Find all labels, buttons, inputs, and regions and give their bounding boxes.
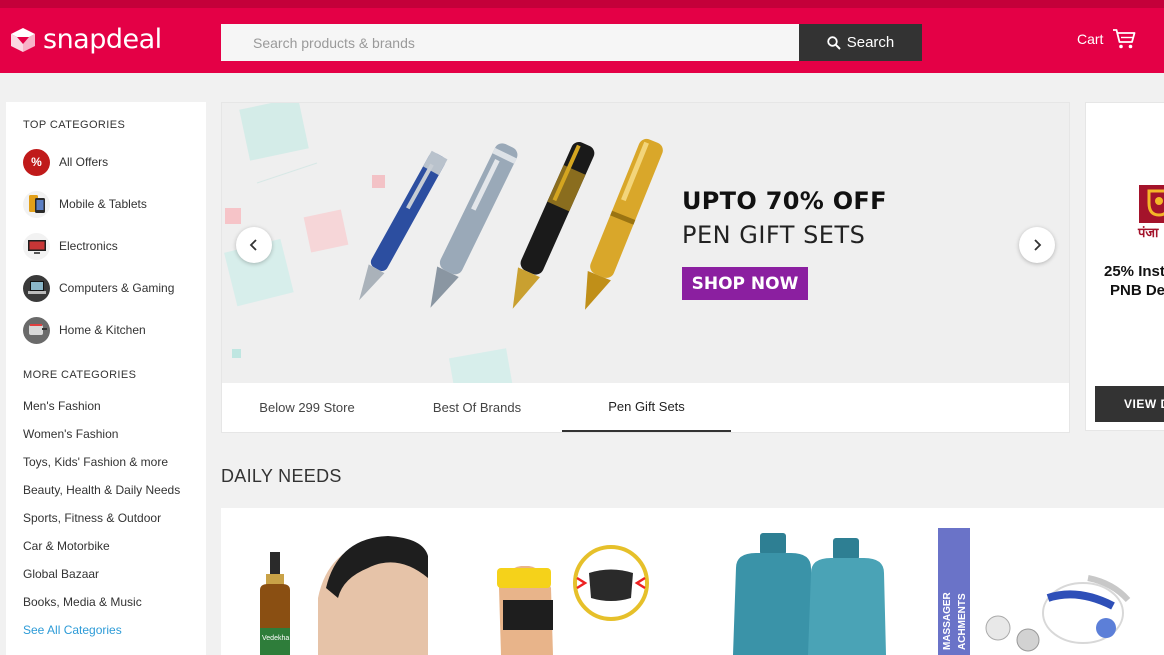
product-card-hair-serum[interactable]: Vedekha	[248, 528, 428, 655]
hero-banner: UPTO 70% OFF PEN GIFT SETS SHOP NOW Belo…	[221, 102, 1070, 433]
banner-subline: PEN GIFT SETS	[682, 221, 866, 249]
category-item-computers-gaming[interactable]: Computers & Gaming	[23, 274, 174, 302]
category-link-sports-fitness[interactable]: Sports, Fitness & Outdoor	[23, 511, 161, 525]
shop-now-button[interactable]: SHOP NOW	[682, 267, 808, 300]
see-all-categories-link[interactable]: See All Categories	[23, 623, 122, 637]
offer-text-line1: 25% Inst	[1104, 263, 1164, 280]
site-header: snapdeal Search Cart	[0, 8, 1164, 73]
snapdeal-logo-icon	[8, 25, 38, 55]
cart-label: Cart	[1077, 31, 1104, 47]
category-label: Mobile & Tablets	[59, 197, 147, 211]
view-details-button[interactable]: VIEW D	[1095, 386, 1164, 422]
carousel-next-button[interactable]	[1019, 227, 1055, 263]
bank-offer-card[interactable]: पंजा 25% Inst PNB Del VIEW D	[1085, 102, 1164, 431]
computer-icon	[23, 274, 50, 302]
search-button-label: Search	[846, 34, 895, 51]
category-label: All Offers	[59, 155, 109, 169]
hair-serum-product-image: Vedekha	[260, 536, 428, 655]
daily-needs-heading: DAILY NEEDS	[221, 466, 342, 486]
category-link-womens-fashion[interactable]: Women's Fashion	[23, 427, 118, 441]
tab-pen-gift-sets[interactable]: Pen Gift Sets	[562, 383, 731, 432]
slimming-belt-product-image	[497, 545, 649, 655]
massager-label: MASSAGER	[942, 591, 953, 650]
top-categories-heading: TOP CATEGORIES	[23, 119, 126, 131]
snapdeal-logo[interactable]: snapdeal	[8, 24, 162, 55]
category-label: Home & Kitchen	[59, 323, 146, 337]
tab-best-of-brands[interactable]: Best Of Brands	[392, 383, 562, 432]
mobile-icon	[23, 190, 50, 218]
category-link-toys-kids[interactable]: Toys, Kids' Fashion & more	[23, 455, 168, 469]
massager-label-2: ACHMENTS	[957, 593, 968, 650]
banner-image[interactable]: UPTO 70% OFF PEN GIFT SETS SHOP NOW	[222, 103, 1069, 383]
category-label: Computers & Gaming	[59, 281, 175, 295]
offers-icon: %	[23, 148, 50, 176]
top-strip	[0, 0, 1164, 8]
chevron-left-icon	[249, 239, 257, 251]
cart-icon	[1113, 29, 1136, 49]
hot-water-bag-product-image	[733, 533, 886, 655]
bank-name-hindi: पंजा	[1138, 225, 1159, 240]
body-massager-product-image: MASSAGER ACHMENTS	[938, 528, 1131, 655]
category-label: Electronics	[59, 239, 118, 253]
category-item-electronics[interactable]: Electronics	[23, 232, 118, 260]
tab-below-299-store[interactable]: Below 299 Store	[222, 383, 392, 432]
carousel-prev-button[interactable]	[236, 227, 272, 263]
category-link-beauty-health[interactable]: Beauty, Health & Daily Needs	[23, 483, 180, 497]
kitchen-icon	[23, 316, 50, 344]
banner-decor	[224, 103, 663, 383]
daily-needs-products: Vedekha MASSAGER ACHMENTS	[221, 508, 1164, 655]
category-item-home-kitchen[interactable]: Home & Kitchen	[23, 316, 146, 344]
category-link-car-motorbike[interactable]: Car & Motorbike	[23, 539, 110, 553]
more-categories-heading: MORE CATEGORIES	[23, 369, 137, 381]
search-input[interactable]	[221, 24, 799, 61]
category-link-books-media[interactable]: Books, Media & Music	[23, 595, 142, 609]
search-button[interactable]: Search	[799, 24, 922, 61]
offer-text-line2: PNB Del	[1110, 282, 1164, 299]
category-item-all-offers[interactable]: % All Offers	[23, 148, 108, 176]
category-link-mens-fashion[interactable]: Men's Fashion	[23, 399, 101, 413]
category-link-global-bazaar[interactable]: Global Bazaar	[23, 567, 99, 581]
search-icon	[827, 35, 841, 50]
banner-headline: UPTO 70% OFF	[682, 187, 887, 215]
product-card-slimming-belt[interactable]	[481, 528, 661, 655]
banner-tabs: Below 299 Store Best Of Brands Pen Gift …	[222, 383, 1069, 432]
cart-button[interactable]: Cart	[1077, 28, 1136, 50]
category-item-mobile-tablets[interactable]: Mobile & Tablets	[23, 190, 147, 218]
product-card-hot-water-bag[interactable]	[716, 528, 896, 655]
chevron-right-icon	[1034, 239, 1042, 251]
logo-text: snapdeal	[43, 24, 162, 55]
product-card-body-massager[interactable]: MASSAGER ACHMENTS	[938, 528, 1138, 655]
pnb-logo	[1139, 185, 1164, 223]
electronics-icon	[23, 232, 50, 260]
serum-brand-label: Vedekha	[262, 635, 289, 642]
category-sidebar: TOP CATEGORIES % All Offers Mobile & Tab…	[6, 102, 206, 655]
